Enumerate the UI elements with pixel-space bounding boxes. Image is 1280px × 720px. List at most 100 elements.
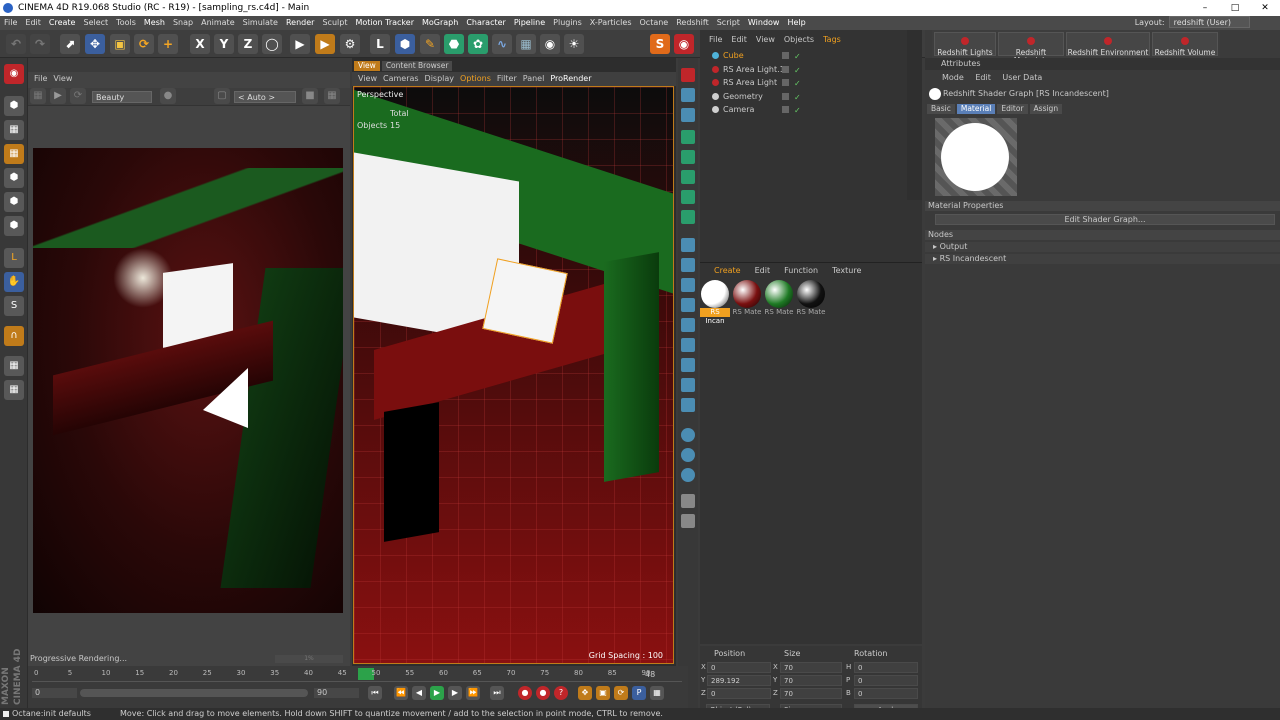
rs-dome-icon[interactable] — [681, 108, 695, 122]
material-swatch[interactable] — [765, 280, 793, 308]
object-row[interactable]: RS Area Light ✓ — [700, 76, 905, 89]
undo-icon[interactable]: ↶ — [6, 34, 26, 54]
parameter-key-icon[interactable]: P — [632, 686, 646, 700]
rotation-field[interactable]: 0 — [854, 688, 918, 699]
position-field[interactable]: 0 — [707, 688, 771, 699]
text-tool-icon[interactable] — [681, 210, 695, 224]
object-row[interactable]: Geometry ✓ — [700, 90, 905, 103]
node-rs-incandescent[interactable]: ▸ RS Incandescent — [925, 254, 1280, 264]
visibility-dots-icon[interactable] — [782, 52, 789, 59]
keyframe-selection-icon[interactable]: ? — [554, 686, 568, 700]
object-row[interactable]: Camera ✓ — [700, 103, 905, 116]
tab-assign[interactable]: Assign — [1029, 104, 1063, 114]
grid-icon[interactable]: ▦ — [324, 88, 340, 104]
render-settings-icon[interactable]: ⚙ — [340, 34, 360, 54]
rotation-field[interactable]: 0 — [854, 662, 918, 673]
previous-frame-icon[interactable]: ◀ — [412, 686, 426, 700]
maximize-button[interactable]: □ — [1220, 0, 1250, 16]
menu-simulate[interactable]: Simulate — [239, 16, 282, 30]
object-menu-file[interactable]: File — [709, 35, 722, 44]
attr-menu-edit[interactable]: Edit — [975, 73, 991, 82]
selected-cube-gizmo[interactable] — [482, 258, 568, 344]
menu-character[interactable]: Character — [462, 16, 510, 30]
menu-mesh[interactable]: Mesh — [140, 16, 169, 30]
go-to-end-icon[interactable]: ⏭ — [490, 686, 504, 700]
workplane-mode-icon[interactable]: ▦ — [4, 144, 24, 164]
go-to-start-icon[interactable]: ⏮ — [368, 686, 382, 700]
menu-help[interactable]: Help — [783, 16, 809, 30]
enable-check-icon[interactable]: ✓ — [794, 104, 801, 117]
position-field[interactable]: 0 — [707, 662, 771, 673]
globe-icon[interactable] — [681, 428, 695, 442]
coordinate-system-icon[interactable]: ◯ — [262, 34, 282, 54]
menu-plugins[interactable]: Plugins — [549, 16, 586, 30]
rs-sun-icon[interactable] — [681, 150, 695, 164]
rs-material-icon[interactable] — [681, 378, 695, 392]
close-button[interactable]: ✕ — [1250, 0, 1280, 16]
transfer-icon[interactable] — [681, 514, 695, 528]
menu-window[interactable]: Window — [744, 16, 784, 30]
menu-create[interactable]: Create — [45, 16, 80, 30]
menu-x-particles[interactable]: X-Particles — [586, 16, 636, 30]
zoom-select[interactable]: < Auto > — [234, 91, 296, 103]
rs-aov-icon[interactable] — [681, 278, 695, 292]
layout-selector[interactable]: Layout: redshift (User) — [1135, 16, 1250, 30]
scale-key-icon[interactable]: ▣ — [596, 686, 610, 700]
menu-select[interactable]: Select — [79, 16, 112, 30]
menu-sculpt[interactable]: Sculpt — [318, 16, 351, 30]
object-menu-view[interactable]: View — [756, 35, 775, 44]
render-view-menu-file[interactable]: File — [34, 74, 47, 83]
attr-menu-user-data[interactable]: User Data — [1002, 73, 1042, 82]
next-key-icon[interactable]: ⏩ — [466, 686, 480, 700]
last-tool-icon[interactable]: + — [158, 34, 178, 54]
visibility-dots-icon[interactable] — [782, 65, 789, 73]
redo-icon[interactable]: ↷ — [30, 34, 50, 54]
spline-pen-icon[interactable]: ✎ — [420, 34, 440, 54]
point-level-icon[interactable]: ▦ — [650, 686, 664, 700]
tab-basic[interactable]: Basic — [927, 104, 955, 114]
menu-pipeline[interactable]: Pipeline — [510, 16, 549, 30]
lock-icon[interactable]: ■ — [302, 88, 318, 104]
object-row[interactable]: RS Area Light.1 ✓ — [700, 63, 905, 76]
viewport-menu-view[interactable]: View — [358, 74, 377, 83]
rs-tag-icon[interactable] — [681, 258, 695, 272]
rs-camera-icon[interactable] — [681, 68, 695, 82]
rotate-tool-icon[interactable]: ⟳ — [134, 34, 154, 54]
rs-object-icon[interactable] — [681, 318, 695, 332]
menu-snap[interactable]: Snap — [169, 16, 197, 30]
timeline-ruler[interactable] — [32, 668, 682, 682]
material-swatch[interactable] — [733, 280, 761, 308]
material-menu-texture[interactable]: Texture — [832, 266, 861, 275]
object-menu-objects[interactable]: Objects — [784, 35, 814, 44]
render-to-picture-viewer-icon[interactable]: ▶ — [315, 34, 335, 54]
material-menu-edit[interactable]: Edit — [755, 266, 771, 275]
tab-view[interactable]: View — [354, 61, 380, 71]
menu-script[interactable]: Script — [713, 16, 744, 30]
octane-logo-icon[interactable]: S — [650, 34, 670, 54]
material-menu-create[interactable]: Create — [714, 266, 741, 275]
select-cursor-icon[interactable]: ⬈ — [60, 34, 80, 54]
perspective-viewport[interactable]: Perspective Total Objects 15 Grid Spacin… — [353, 86, 674, 664]
next-frame-icon[interactable]: ▶ — [448, 686, 462, 700]
record-keys-icon[interactable]: ● — [518, 686, 532, 700]
menu-motion-tracker[interactable]: Motion Tracker — [351, 16, 418, 30]
object-row[interactable]: Cube ✓ — [700, 49, 905, 62]
tab-material[interactable]: Material — [956, 104, 996, 114]
make-editable-icon[interactable]: ⬢ — [4, 96, 24, 116]
position-field[interactable]: 289.192 — [707, 675, 771, 686]
timeline-range-slider[interactable] — [80, 689, 308, 697]
rs-volume-icon[interactable] — [681, 190, 695, 204]
menu-tools[interactable]: Tools — [112, 16, 140, 30]
hand-icon[interactable] — [681, 494, 695, 508]
render-refresh-icon[interactable]: ⟳ — [70, 88, 86, 104]
redshift-volume-button[interactable]: Redshift Volume — [1152, 32, 1218, 57]
x-axis-lock-icon[interactable]: X — [190, 34, 210, 54]
object-menu-tags[interactable]: Tags — [823, 35, 841, 44]
position-key-icon[interactable]: ✥ — [578, 686, 592, 700]
color-channel-icon[interactable]: ● — [160, 88, 176, 104]
edit-shader-graph-button[interactable]: Edit Shader Graph... — [935, 214, 1275, 225]
menu-file[interactable]: File — [0, 16, 21, 30]
floor-icon[interactable]: ▦ — [516, 34, 536, 54]
size-field[interactable]: 70 — [780, 662, 842, 673]
object-menu-edit[interactable]: Edit — [731, 35, 747, 44]
